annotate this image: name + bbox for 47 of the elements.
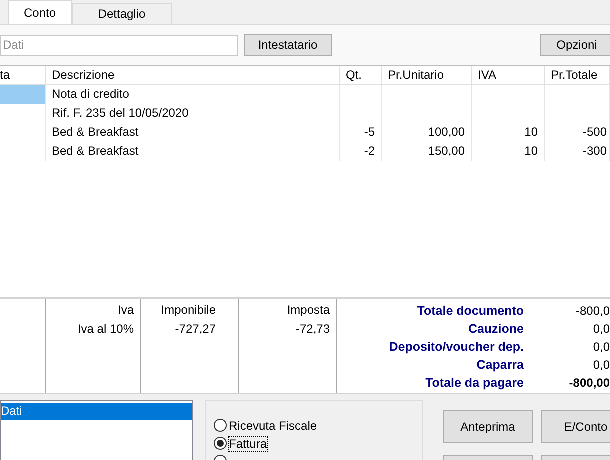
total-value: -800,00 [568, 375, 610, 392]
table-cell: 100,00 [382, 123, 472, 142]
column-header: Iva [118, 303, 134, 318]
owner-button[interactable]: Intestatario [244, 34, 332, 56]
table-cell: -300 [545, 142, 610, 161]
total-value: 0,0 [592, 357, 610, 374]
table-cell: Bed & Breakfast [46, 123, 340, 142]
total-value: 0,0 [592, 321, 610, 338]
total-label: Cauzione [467, 321, 524, 338]
radio-label[interactable]: Ricevuta Fiscale [229, 418, 318, 432]
radio-button[interactable] [214, 437, 227, 450]
radio-label[interactable]: Fattura [229, 436, 268, 450]
column-header: Imponibile [161, 303, 216, 318]
action-button[interactable]: Anteprima [443, 410, 533, 443]
action-button[interactable]: E/Conto [541, 410, 610, 443]
table-cell: Nota di credito [46, 85, 340, 104]
tab[interactable]: Dettaglio [72, 3, 172, 24]
row-selector-cell[interactable] [0, 85, 46, 104]
total-label: Totale documento [416, 303, 524, 320]
tab[interactable]: Conto [8, 0, 72, 24]
total-value: -800,0 [574, 303, 610, 320]
total-label: Totale da pagare [424, 375, 524, 392]
table-cell: 10 [472, 142, 545, 161]
radio-button[interactable] [214, 419, 227, 432]
table-cell: -72,73 [296, 322, 330, 337]
table-cell: -500 [545, 123, 610, 142]
search-field[interactable]: Dati [0, 34, 238, 56]
options-button[interactable]: Opzioni [540, 34, 610, 56]
column-header[interactable]: IVA [472, 66, 545, 85]
total-value: 0,0 [592, 339, 610, 356]
column-header[interactable]: Qt. [340, 66, 382, 85]
table-cell: 10 [472, 123, 545, 142]
total-label: Caparra [476, 357, 524, 374]
table-cell: Iva al 10% [78, 322, 134, 337]
table-cell: 150,00 [382, 142, 472, 161]
total-label: Deposito/voucher dep. [388, 339, 524, 356]
column-header[interactable]: Pr.Totale [545, 66, 610, 85]
column-header: Imposta [287, 303, 330, 318]
list-box[interactable]: Dati [0, 400, 193, 460]
table-cell: -2 [340, 142, 382, 161]
column-header[interactable]: Pr.Unitario [382, 66, 472, 85]
column-header[interactable]: Descrizione [46, 66, 340, 85]
table-cell: Rif. F. 235 del 10/05/2020 [46, 104, 340, 123]
table-cell: Bed & Breakfast [46, 142, 340, 161]
table-cell: -5 [340, 123, 382, 142]
list-item[interactable]: Dati [1, 403, 192, 420]
table-cell: -727,27 [175, 322, 216, 337]
